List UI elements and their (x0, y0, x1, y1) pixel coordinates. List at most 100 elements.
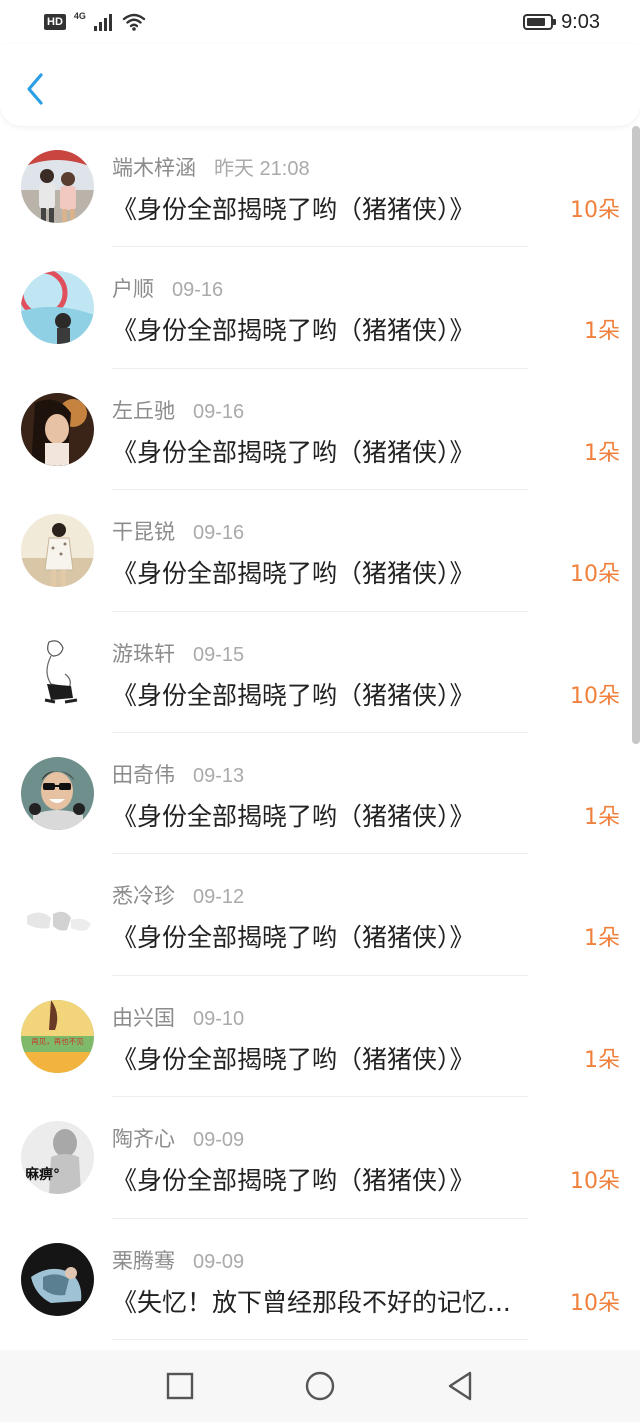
avatar[interactable] (21, 756, 94, 830)
item-title[interactable]: 《失忆！放下曾经那段不好的记忆... (112, 1283, 548, 1319)
avatar-image: 麻痹° (21, 1121, 94, 1195)
timestamp: 09-10 (193, 1007, 245, 1030)
timestamp: 昨天 21:08 (214, 158, 310, 180)
avatar[interactable] (21, 150, 94, 223)
avatar[interactable] (21, 514, 94, 588)
avatar-image (21, 392, 94, 466)
signal-icon (93, 14, 112, 31)
item-title[interactable]: 《身份全部揭晓了哟（猪猪侠）》 (112, 1161, 548, 1197)
flower-count: 1朵 (584, 804, 620, 830)
flower-count: 10朵 (570, 1290, 620, 1316)
list-item[interactable]: 干昆锐 09-16 《身份全部揭晓了哟（猪猪侠）》 10朵 (0, 490, 640, 612)
network-type-label: 4G (73, 11, 86, 21)
list-item[interactable]: 栗腾骞 09-09 《失忆！放下曾经那段不好的记忆... 10朵 (0, 1219, 640, 1340)
scrollbar[interactable] (632, 126, 640, 744)
avatar[interactable] (21, 878, 94, 952)
avatar[interactable] (21, 271, 94, 345)
item-title[interactable]: 《身份全部揭晓了哟（猪猪侠）》 (112, 433, 548, 469)
item-title[interactable]: 《身份全部揭晓了哟（猪猪侠）》 (112, 311, 548, 347)
username[interactable]: 左丘驰 (112, 395, 175, 425)
avatar-image: 再见，再也不见 (21, 999, 94, 1073)
top-nav-bar (0, 44, 640, 126)
username[interactable]: 栗腾骞 (112, 1245, 175, 1275)
nav-back-button[interactable] (445, 1371, 475, 1401)
flower-count: 10朵 (570, 198, 620, 223)
avatar[interactable]: 再见，再也不见 (21, 999, 94, 1073)
battery-icon (523, 14, 557, 30)
home-button[interactable] (305, 1371, 335, 1401)
avatar[interactable] (21, 1242, 94, 1316)
meta-line: 由兴国 09-10 (112, 1002, 244, 1032)
flower-count: 1朵 (584, 319, 620, 345)
timestamp: 09-16 (172, 279, 224, 302)
flower-count: 1朵 (584, 440, 620, 466)
circle-icon (305, 1371, 335, 1401)
avatar-image (21, 1242, 94, 1316)
avatar[interactable] (21, 392, 94, 466)
back-button[interactable] (18, 68, 52, 110)
item-title[interactable]: 《身份全部揭晓了哟（猪猪侠）》 (112, 554, 548, 590)
triangle-back-icon (448, 1371, 472, 1401)
avatar-image (21, 514, 94, 588)
item-title[interactable]: 《身份全部揭晓了哟（猪猪侠）》 (112, 190, 548, 226)
avatar-image (21, 878, 94, 952)
status-left: HD 4G (44, 11, 146, 32)
flower-count: 1朵 (584, 926, 620, 952)
avatar[interactable]: 麻痹° (21, 1121, 94, 1195)
timestamp: 09-16 (193, 400, 245, 423)
flower-count: 10朵 (570, 1169, 620, 1195)
screen: HD 4G 9:03 端木梓涵 昨天 21:08 《身份全部揭晓了哟（猪猪侠）》… (0, 0, 640, 1422)
username[interactable]: 户顺 (112, 273, 154, 303)
list-item[interactable]: 端木梓涵 昨天 21:08 《身份全部揭晓了哟（猪猪侠）》 10朵 (0, 126, 640, 248)
avatar-caption: 麻痹° (24, 1166, 60, 1183)
item-title[interactable]: 《身份全部揭晓了哟（猪猪侠）》 (112, 918, 548, 954)
meta-line: 干昆锐 09-16 (112, 516, 244, 546)
list-item[interactable]: 户顺 09-16 《身份全部揭晓了哟（猪猪侠）》 1朵 (0, 247, 640, 369)
item-title[interactable]: 《身份全部揭晓了哟（猪猪侠）》 (112, 1040, 548, 1076)
avatar-image (21, 271, 94, 345)
flower-count: 10朵 (570, 683, 620, 709)
meta-line: 田奇伟 09-13 (112, 759, 244, 789)
username[interactable]: 干昆锐 (112, 516, 175, 546)
username[interactable]: 田奇伟 (112, 759, 175, 789)
hd-icon: HD (44, 14, 66, 30)
wifi-icon (122, 13, 146, 31)
username[interactable]: 由兴国 (112, 1002, 175, 1032)
timestamp: 09-13 (193, 764, 245, 787)
status-time: 9:03 (561, 10, 600, 33)
list-item[interactable]: 左丘驰 09-16 《身份全部揭晓了哟（猪猪侠）》 1朵 (0, 369, 640, 491)
meta-line: 陶齐心 09-09 (112, 1123, 244, 1153)
item-title[interactable]: 《身份全部揭晓了哟（猪猪侠）》 (112, 676, 548, 712)
flower-count: 10朵 (570, 562, 620, 588)
square-icon (166, 1372, 194, 1400)
item-title[interactable]: 《身份全部揭晓了哟（猪猪侠）》 (112, 797, 548, 833)
username[interactable]: 陶齐心 (112, 1123, 175, 1153)
system-nav-bar (0, 1350, 640, 1422)
meta-line: 左丘驰 09-16 (112, 395, 244, 425)
username[interactable]: 游珠轩 (112, 638, 175, 668)
timestamp: 09-12 (193, 886, 245, 909)
avatar-image (21, 150, 94, 223)
divider (112, 1338, 528, 1340)
username[interactable]: 端木梓涵 (112, 152, 196, 182)
meta-line: 端木梓涵 昨天 21:08 (112, 152, 310, 182)
avatar[interactable] (21, 635, 94, 709)
list-item[interactable]: 悉冷珍 09-12 《身份全部揭晓了哟（猪猪侠）》 1朵 (0, 854, 640, 976)
username[interactable]: 悉冷珍 (112, 880, 175, 910)
recent-apps-button[interactable] (165, 1371, 195, 1401)
avatar-caption: 再见，再也不见 (31, 1036, 84, 1046)
avatar-image (21, 756, 94, 830)
status-bar: HD 4G 9:03 (0, 0, 640, 44)
list-item[interactable]: 麻痹° 陶齐心 09-09 《身份全部揭晓了哟（猪猪侠）》 10朵 (0, 1097, 640, 1219)
flower-count: 1朵 (584, 1047, 620, 1073)
meta-line: 栗腾骞 09-09 (112, 1245, 244, 1275)
timestamp: 09-15 (193, 643, 245, 666)
chevron-left-icon (27, 73, 43, 105)
list-item[interactable]: 游珠轩 09-15 《身份全部揭晓了哟（猪猪侠）》 10朵 (0, 612, 640, 733)
gift-record-list: 端木梓涵 昨天 21:08 《身份全部揭晓了哟（猪猪侠）》 10朵 户顺 09- (0, 126, 640, 1350)
list-item[interactable]: 田奇伟 09-13 《身份全部揭晓了哟（猪猪侠）》 1朵 (0, 733, 640, 855)
timestamp: 09-09 (193, 1250, 245, 1273)
meta-line: 户顺 09-16 (112, 273, 223, 303)
list-item[interactable]: 再见，再也不见 由兴国 09-10 《身份全部揭晓了哟（猪猪侠）》 1朵 (0, 976, 640, 1098)
meta-line: 游珠轩 09-15 (112, 638, 244, 668)
